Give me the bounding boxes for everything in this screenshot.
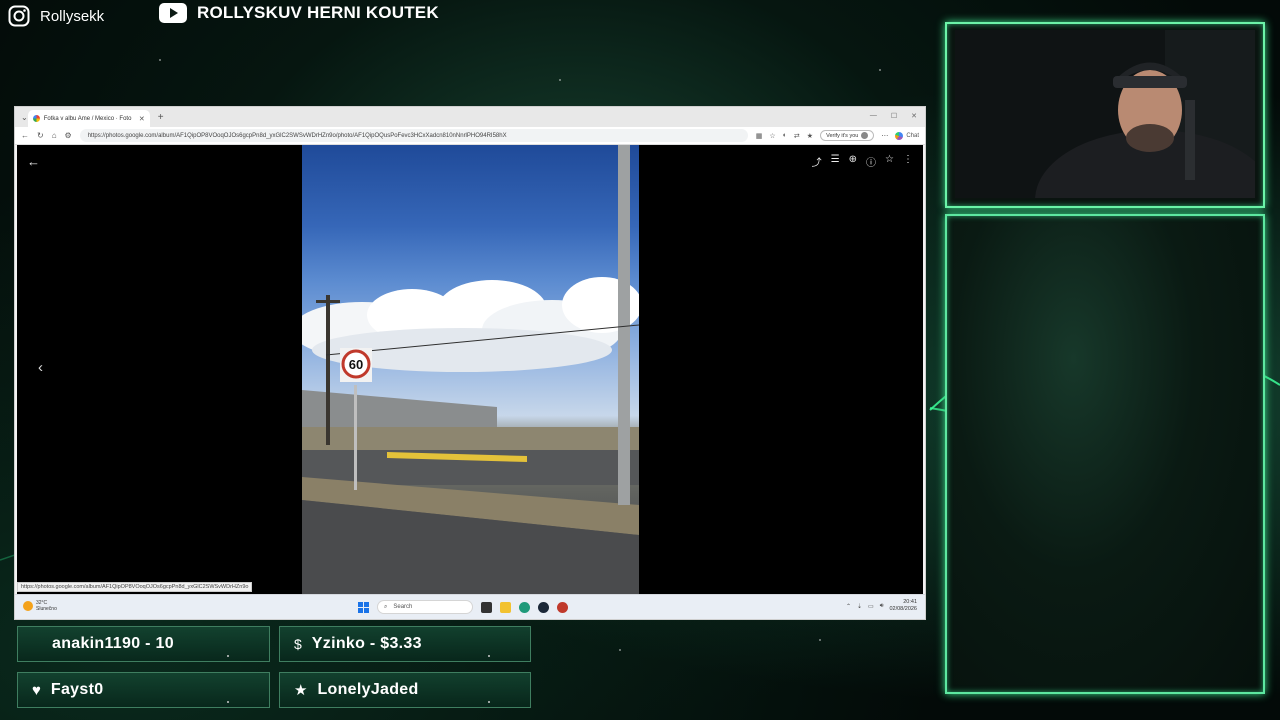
photo-scene: 60 [302, 145, 639, 596]
address-bar: ← ↻ ⌂ ⚙ https://photos.google.com/album/… [15, 127, 925, 145]
tab-title: Fotka v albu Ame / Mexico · Foto [43, 115, 132, 122]
clock-time: 20:41 [903, 599, 917, 605]
windows-taskbar: 32°C Slunečno ⌕ Search ⌃ ⇣ ▭ 🔊︎ 20:41 02… [15, 594, 925, 619]
donation-alert: $ Yzinko - $3.33 [279, 626, 531, 662]
host-alert: ★ LonelyJaded [279, 672, 531, 708]
zoom-icon[interactable]: ⊕ [849, 154, 857, 169]
edge-browser-icon[interactable] [519, 601, 530, 613]
tab-google-photos[interactable]: Fotka v albu Ame / Mexico · Foto ✕ [27, 110, 150, 127]
sync-icon[interactable]: ⇄ [794, 132, 800, 140]
favorite-icon[interactable]: ☆ [769, 132, 775, 140]
network-icon[interactable]: ⇣ [857, 603, 862, 610]
speed-limit-sign: 60 [349, 357, 363, 372]
sun-icon [23, 601, 33, 611]
task-view-icon[interactable] [481, 601, 492, 613]
host-alert-text: LonelyJaded [317, 681, 419, 698]
google-photos-favicon-icon [32, 115, 40, 122]
taskbar-search-placeholder: Search [393, 604, 413, 610]
verify-label: Verify it's you [826, 132, 859, 139]
close-window-icon[interactable]: ✕ [911, 112, 917, 120]
favorite-star-icon[interactable]: ☆ [885, 154, 894, 169]
clock-date: 02/08/2026 [889, 606, 917, 612]
steam-icon[interactable] [538, 601, 549, 613]
info-icon[interactable]: ⓘ [866, 154, 876, 169]
status-bar-url: https://photos.google.com/album/AF1QipOP… [17, 582, 253, 592]
minimize-icon[interactable]: — [870, 112, 877, 120]
share-icon[interactable]: ⤴ [812, 154, 822, 169]
weather-desc: Slunečno [36, 606, 57, 612]
url-field[interactable]: https://photos.google.com/album/AF1QipOP… [79, 129, 748, 142]
favorites-list-icon[interactable]: ★ [807, 132, 813, 140]
display-icon[interactable]: ▭ [868, 603, 874, 610]
refresh-icon[interactable]: ↻ [37, 131, 44, 140]
site-info-icon[interactable]: ⚙ [65, 131, 72, 140]
photo-viewer: ← ‹ ⤴ ☰ ⊕ ⓘ ☆ ⋮ 60 [17, 145, 923, 596]
back-arrow-icon[interactable]: ← [27, 154, 40, 169]
instagram-handle-label: Rollysekk [40, 7, 105, 25]
copilot-icon [895, 131, 904, 140]
star-icon: ★ [294, 682, 308, 699]
webcam-frame [945, 22, 1265, 208]
more-options-icon[interactable]: ⋮ [903, 154, 913, 169]
viewer-toolbar: ⤴ ☰ ⊕ ⓘ ☆ ⋮ [812, 154, 913, 169]
apps-icon[interactable]: ▦ [756, 132, 763, 140]
follower-alert-text: anakin1190 - 10 [52, 635, 174, 652]
donation-alert-text: Yzinko - $3.33 [311, 635, 422, 652]
youtube-icon [159, 3, 187, 23]
obs-icon[interactable] [557, 601, 568, 613]
instagram-handle: Rollysekk [8, 5, 104, 27]
youtube-channel: ROLLYSKUV HERNI KOUTEK [159, 3, 439, 23]
roadside-photo: 60 [302, 145, 639, 596]
instagram-icon [8, 5, 30, 27]
taskbar-center: ⌕ Search [358, 600, 568, 614]
close-tab-icon[interactable]: ✕ [139, 115, 145, 123]
file-explorer-icon[interactable] [500, 601, 511, 613]
follower-alert: anakin1190 - 10 [17, 626, 270, 662]
taskbar-search[interactable]: ⌕ Search [377, 600, 473, 614]
system-clock[interactable]: 20:41 02/08/2026 [889, 599, 917, 613]
more-icon[interactable]: ⋯ [881, 132, 888, 140]
donation-icon: $ [294, 636, 302, 652]
toolbar-right: ▦ ☆ ◐ ⇄ ★ Verify it's you ⋯ Chat [756, 130, 919, 141]
window-controls: — ☐ ✕ [870, 112, 917, 120]
tab-list-icon[interactable]: ⌄ [21, 113, 28, 122]
weather-widget[interactable]: 32°C Slunečno [23, 600, 57, 612]
copilot-chat-button[interactable]: Chat [895, 131, 919, 140]
streamer-silhouette [955, 30, 1255, 198]
back-nav-icon[interactable]: ← [21, 131, 29, 140]
heart-icon: ♥ [32, 681, 41, 699]
system-tray: ⌃ ⇣ ▭ 🔊︎ 20:41 02/08/2026 [846, 599, 917, 613]
verify-button[interactable]: Verify it's you [820, 130, 875, 141]
tray-chevron-icon[interactable]: ⌃ [846, 603, 851, 610]
sub-alert-text: Fayst0 [50, 681, 104, 698]
windows-start-icon[interactable] [358, 601, 369, 613]
browser-window: ⌄ Fotka v albu Ame / Mexico · Foto ✕ + —… [14, 106, 926, 620]
previous-photo-icon[interactable]: ‹ [38, 359, 43, 376]
search-icon: ⌕ [384, 603, 388, 610]
extensions-icon[interactable]: ◐ [783, 132, 787, 139]
tab-bar: ⌄ Fotka v albu Ame / Mexico · Foto ✕ + —… [15, 107, 925, 127]
profile-avatar [861, 132, 869, 139]
sub-alert: ♥ Fayst0 [17, 672, 270, 708]
new-tab-button[interactable]: + [158, 112, 164, 123]
volume-icon[interactable]: 🔊︎ [880, 603, 884, 610]
home-icon[interactable]: ⌂ [52, 131, 57, 140]
edit-icon[interactable]: ☰ [831, 154, 840, 169]
webcam-feed [955, 30, 1255, 198]
chat-panel [945, 214, 1265, 694]
chat-label: Chat [906, 132, 919, 139]
maximize-icon[interactable]: ☐ [891, 112, 897, 120]
youtube-channel-label: ROLLYSKUV HERNI KOUTEK [197, 3, 439, 22]
